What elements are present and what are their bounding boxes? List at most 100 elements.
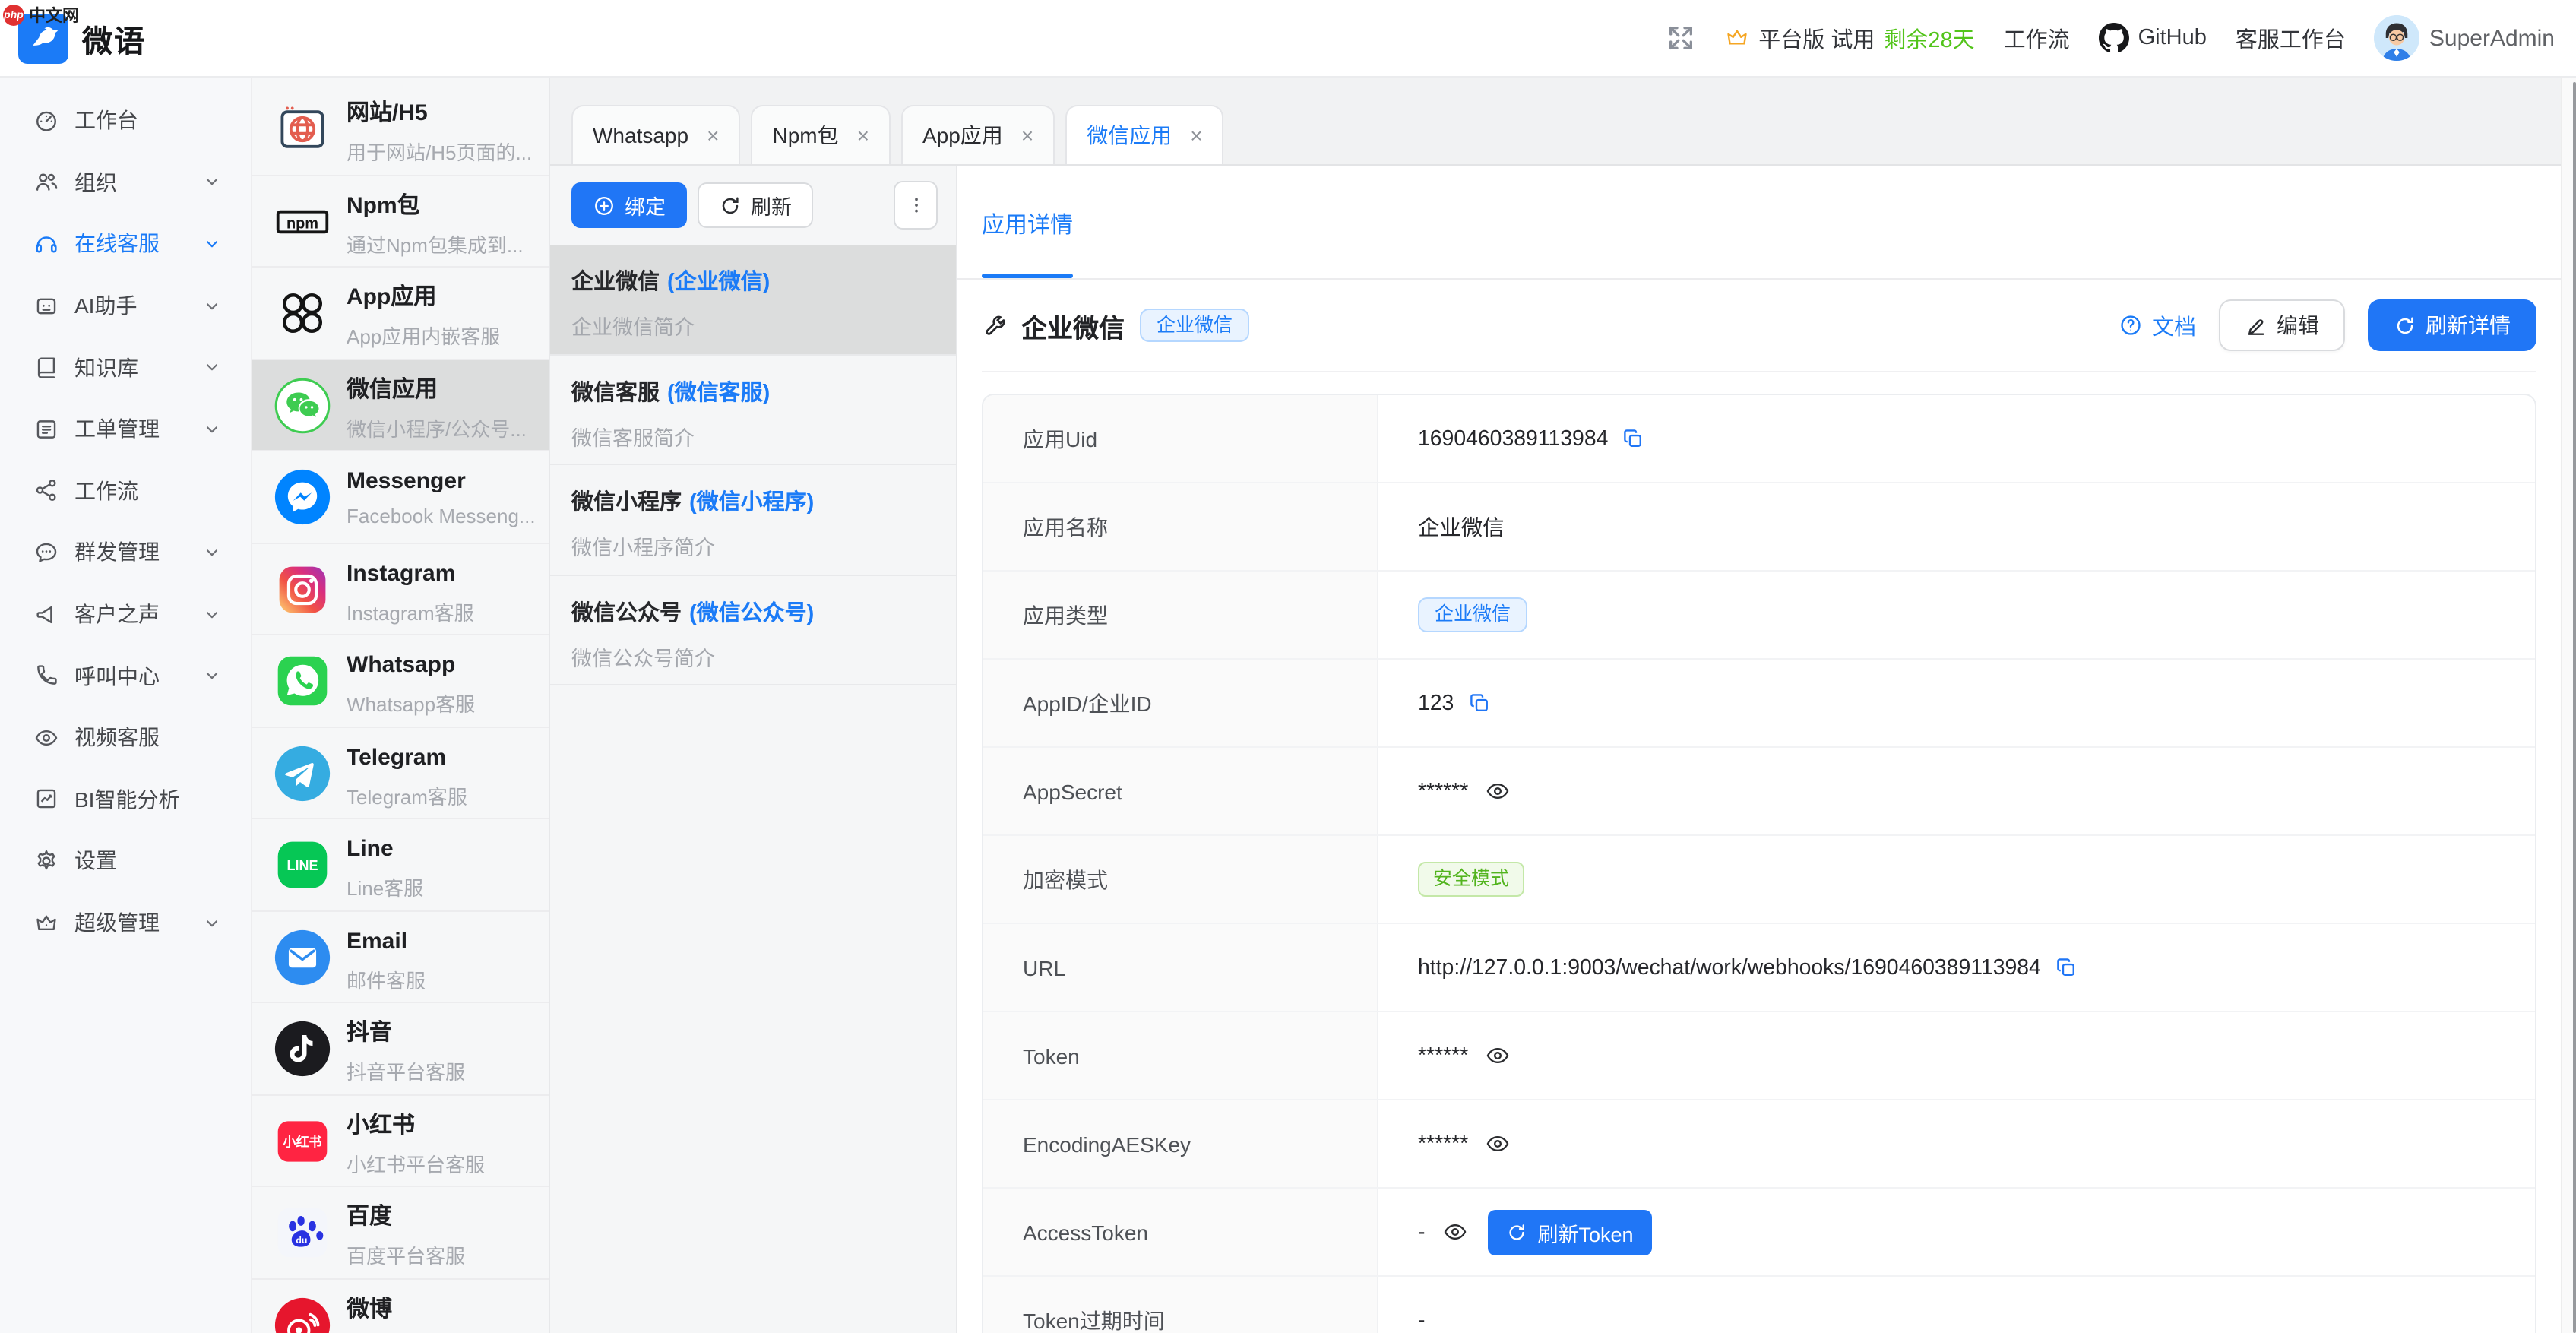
phone-icon [33,663,59,689]
refresh-token-button[interactable]: 刷新Token [1487,1209,1651,1255]
app-grid-icon [274,284,331,342]
channel-item-baidu[interactable]: du百度百度平台客服 [252,1187,549,1279]
close-icon[interactable]: × [857,125,869,146]
channel-item-line[interactable]: LINELineLine客服 [252,819,549,911]
eye-secret-icon [1485,1131,1511,1157]
field-label: EncodingAESKey [983,1100,1378,1187]
sidebar-item-knowledge-base[interactable]: 知识库 [0,337,251,398]
sidebar-item-workbench[interactable]: 工作台 [0,90,251,151]
channel-texts: 百度百度平台客服 [347,1204,465,1269]
sidebar-item-organization[interactable]: 组织 [0,151,251,213]
wrench-icon [982,312,1008,338]
open-tab-wechat[interactable]: 微信应用× [1065,105,1223,164]
account-title: 企业微信(企业微信) [571,264,935,296]
sidebar-item-label: 在线客服 [74,229,160,259]
channel-item-whatsapp[interactable]: WhatsappWhatsapp客服 [252,635,549,727]
tab-app-detail[interactable]: 应用详情 [982,208,1073,240]
channel-item-wechat[interactable]: 微信应用微信小程序/公众号... [252,359,549,451]
close-icon[interactable]: × [1190,125,1202,146]
refresh-button[interactable]: 刷新 [698,182,813,228]
doc-link[interactable]: 文档 [2119,309,2196,341]
toggle-secret-button[interactable] [1485,778,1511,804]
channel-item-website-h5[interactable]: 网站/H5用于网站/H5页面的... [252,84,549,176]
sidebar-item-ticket-management[interactable]: 工单管理 [0,398,251,460]
instagram-icon [274,560,331,618]
sidebar-item-call-center[interactable]: 呼叫中心 [0,645,251,707]
field-value-cell: http://127.0.0.1:9003/wechat/work/webhoo… [1378,924,2535,1011]
close-icon[interactable]: × [1021,125,1033,146]
open-tab-whatsapp[interactable]: Whatsapp× [571,105,740,164]
detail-field-row: 应用类型企业微信 [983,572,2535,660]
sidebar-item-workflow[interactable]: 工作流 [0,460,251,521]
channel-name: Email [347,928,426,955]
toggle-secret-button[interactable] [1485,1043,1511,1069]
account-item-wechat-official[interactable]: 微信公众号(微信公众号)微信公众号简介 [550,575,956,685]
ticket-icon [33,416,59,442]
open-tab-app[interactable]: App应用× [901,105,1055,164]
sidebar-item-bi-analytics[interactable]: BI智能分析 [0,768,251,830]
nav-github-label: GitHub [2138,26,2207,50]
nav-github[interactable]: GitHub [2099,23,2207,53]
app-body: 工作台组织在线客服 AI助手知识库工单管理工作流群发管理客户之声呼叫中心视频客服 B… [0,78,2576,1333]
eye-icon [33,724,59,750]
account-desc: 微信公众号简介 [571,641,935,671]
nav-workflow[interactable]: 工作流 [2004,22,2070,54]
toggle-secret-button[interactable] [1485,1131,1511,1157]
account-item-wechat-kf[interactable]: 微信客服(微信客服)微信客服简介 [550,355,956,465]
channel-item-telegram[interactable]: TelegramTelegram客服 [252,727,549,819]
field-value-cell: ****** [1378,1100,2535,1187]
nav-workflow-label: 工作流 [2004,22,2070,54]
close-icon[interactable]: × [707,125,719,146]
plan-info[interactable]: 平台版 试用 剩余28天 [1725,22,1974,54]
refresh-detail-button[interactable]: 刷新详情 [2368,299,2536,351]
copy-button[interactable] [1467,692,1490,714]
app-viewport: php 中文网 微语 平台版 试用 剩余28天 工作流 Git [0,0,2576,1333]
crown-icon [33,910,59,936]
channel-item-weibo[interactable]: 微博微博平台客服 [252,1279,549,1333]
sidebar-item-broadcast-management[interactable]: 群发管理 [0,521,251,583]
headset-icon [33,231,59,257]
toggle-secret-button[interactable] [1441,1219,1467,1245]
channel-name: 百度 [347,1204,465,1231]
sidebar-item-video-service[interactable]: 视频客服 [0,707,251,768]
sidebar-item-super-admin[interactable]: 超级管理 [0,891,251,953]
sidebar-item-settings[interactable]: 设置 [0,830,251,891]
account-desc: 企业微信简介 [571,310,935,340]
channel-item-douyin[interactable]: 抖音抖音平台客服 [252,1003,549,1095]
channel-item-xiaohongshu[interactable]: 小红书小红书小红书平台客服 [252,1095,549,1187]
account-item-wechat-miniprogram[interactable]: 微信小程序(微信小程序)微信小程序简介 [550,465,956,575]
refresh-button-label: 刷新 [751,190,792,220]
app-page: php 中文网 微语 平台版 试用 剩余28天 工作流 Git [0,0,2576,1333]
detail-field-row: Token****** [983,1012,2535,1100]
account-item-work-wechat[interactable]: 企业微信(企业微信) 企业微信简介 [550,245,956,355]
field-label: 应用名称 [983,483,1378,570]
copy-button[interactable] [1622,427,1644,450]
channel-desc: Line客服 [347,872,423,901]
edit-button[interactable]: 编辑 [2219,299,2345,351]
copy-button[interactable] [2055,956,2078,979]
open-tab-npm[interactable]: Npm包× [751,105,891,164]
channel-item-email[interactable]: Email邮件客服 [252,911,549,1003]
nav-agent-workbench[interactable]: 客服工作台 [2236,22,2346,54]
channel-item-app[interactable]: App应用App应用内嵌客服 [252,268,549,359]
field-value-cell: -刷新Token [1378,1189,2535,1275]
account-alias: (微信客服) [667,381,770,405]
sidebar-item-online-service[interactable]: 在线客服 [0,213,251,274]
sidebar-item-ai-assistant[interactable]: AI助手 [0,275,251,337]
page-scrollbar-thumb[interactable] [2572,82,2576,1333]
channel-texts: MessengerFacebook Messeng... [347,468,536,527]
sidebar-item-label: BI智能分析 [74,784,179,815]
fullscreen-icon[interactable] [1666,23,1696,53]
channel-texts: LineLine客服 [347,836,423,901]
app-name-title: 企业微信 [1021,306,1125,344]
channel-item-messenger[interactable]: MessengerFacebook Messeng... [252,451,549,543]
more-actions-button[interactable] [894,181,938,230]
sidebar-item-voice-of-customer[interactable]: 客户之声 [0,584,251,645]
user-menu[interactable]: SuperAdmin [2375,15,2555,61]
channel-item-instagram[interactable]: InstagramInstagram客服 [252,543,549,635]
channel-item-npm[interactable]: npmNpm包通过Npm包集成到... [252,176,549,268]
bind-button[interactable]: 绑定 [571,182,687,228]
channel-texts: Npm包通过Npm包集成到... [347,192,524,258]
field-value: 123 [1418,691,1454,715]
account-alias: (微信公众号) [689,601,814,625]
